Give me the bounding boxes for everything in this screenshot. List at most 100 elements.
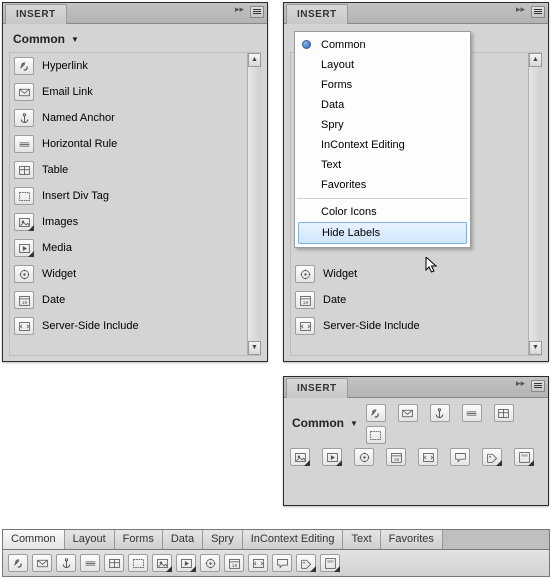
div-icon[interactable] — [14, 187, 34, 205]
date-icon[interactable]: 19 — [224, 554, 244, 572]
tab[interactable]: Favorites — [381, 530, 443, 549]
scroll-up-icon[interactable]: ▲ — [248, 53, 261, 67]
scroll-down-icon[interactable]: ▼ — [248, 341, 261, 355]
category-dropdown[interactable]: Common ▼ — [290, 414, 360, 434]
menu-item[interactable]: Text — [295, 155, 470, 175]
widget-icon[interactable] — [200, 554, 220, 572]
ssi-icon[interactable] — [248, 554, 268, 572]
category-dropdown[interactable]: Common ▼ — [9, 30, 261, 52]
tab[interactable]: Text — [343, 530, 380, 549]
list-item[interactable]: Insert Div Tag — [10, 183, 247, 209]
widget-icon[interactable] — [354, 448, 374, 466]
template-icon[interactable] — [320, 554, 340, 572]
collapse-icon[interactable]: ▸▸ — [516, 7, 526, 17]
menu-item[interactable]: Spry — [295, 115, 470, 135]
media-icon[interactable] — [14, 239, 34, 257]
tab[interactable]: Common — [3, 530, 65, 549]
list-item[interactable]: Widget — [10, 261, 247, 287]
menu-item[interactable]: Data — [295, 95, 470, 115]
table-icon[interactable] — [494, 404, 514, 422]
menu-item-label: Color Icons — [321, 206, 377, 218]
list-item[interactable]: Horizontal Rule — [10, 131, 247, 157]
anchor-icon[interactable] — [56, 554, 76, 572]
menu-item[interactable]: Layout — [295, 55, 470, 75]
media-icon[interactable] — [176, 554, 196, 572]
icon-grid — [366, 404, 542, 444]
mail-icon[interactable] — [398, 404, 418, 422]
list-item[interactable]: Hyperlink — [10, 53, 247, 79]
menu-item[interactable]: Color Icons — [295, 202, 470, 222]
ssi-icon[interactable] — [418, 448, 438, 466]
panel-menu-button[interactable] — [531, 6, 545, 18]
panel-menu-button[interactable] — [531, 380, 545, 392]
menu-item[interactable]: Favorites — [295, 175, 470, 195]
list-item[interactable]: 19Date — [291, 287, 528, 313]
date-icon[interactable]: 19 — [295, 291, 315, 309]
menu-item-label: Hide Labels — [322, 227, 380, 239]
date-icon[interactable]: 19 — [14, 291, 34, 309]
table-icon[interactable] — [14, 161, 34, 179]
panel-title[interactable]: INSERT — [286, 378, 348, 398]
collapse-icon[interactable]: ▸▸ — [235, 7, 245, 17]
menu-item[interactable]: Common — [295, 35, 470, 55]
scroll-up-icon[interactable]: ▲ — [529, 53, 542, 67]
table-icon[interactable] — [104, 554, 124, 572]
widget-icon[interactable] — [295, 265, 315, 283]
panel-menu-button[interactable] — [250, 6, 264, 18]
list-item[interactable]: Email Link — [10, 79, 247, 105]
comment-icon[interactable] — [450, 448, 470, 466]
list-item[interactable]: Images — [10, 209, 247, 235]
tab[interactable]: Data — [163, 530, 203, 549]
hr-icon[interactable] — [462, 404, 482, 422]
tab[interactable]: Spry — [203, 530, 243, 549]
hr-icon[interactable] — [14, 135, 34, 153]
menu-item[interactable]: Hide Labels — [298, 222, 467, 244]
date-icon[interactable]: 19 — [386, 448, 406, 466]
div-icon[interactable] — [366, 426, 386, 444]
menu-item[interactable]: InContext Editing — [295, 135, 470, 155]
anchor-icon[interactable] — [430, 404, 450, 422]
link-icon[interactable] — [8, 554, 28, 572]
ssi-icon[interactable] — [295, 317, 315, 335]
scrollbar[interactable]: ▲ ▼ — [247, 53, 261, 355]
link-icon[interactable] — [366, 404, 386, 422]
image-icon[interactable] — [152, 554, 172, 572]
hr-icon[interactable] — [80, 554, 100, 572]
list-item[interactable]: Table — [10, 157, 247, 183]
image-icon[interactable] — [290, 448, 310, 466]
tab[interactable]: InContext Editing — [243, 530, 344, 549]
widget-icon[interactable] — [14, 265, 34, 283]
tab[interactable]: Layout — [65, 530, 115, 549]
scroll-down-icon[interactable]: ▼ — [529, 341, 542, 355]
list-item[interactable]: Widget — [291, 261, 528, 287]
menu-item-label: Data — [321, 99, 344, 111]
ssi-icon[interactable] — [14, 317, 34, 335]
list-item[interactable]: Server-Side Include — [10, 313, 247, 339]
list-item[interactable]: 19Date — [10, 287, 247, 313]
menu-item[interactable]: Forms — [295, 75, 470, 95]
template-icon[interactable] — [514, 448, 534, 466]
mail-icon[interactable] — [32, 554, 52, 572]
menu-item-label: InContext Editing — [321, 139, 405, 151]
insert-tabbar: CommonLayoutFormsDataSpryInContext Editi… — [2, 529, 550, 577]
comment-icon[interactable] — [272, 554, 292, 572]
div-icon[interactable] — [128, 554, 148, 572]
image-icon[interactable] — [14, 213, 34, 231]
anchor-icon[interactable] — [14, 109, 34, 127]
panel-header: INSERT ▸▸ — [284, 3, 548, 24]
item-label: Widget — [42, 268, 76, 280]
media-icon[interactable] — [322, 448, 342, 466]
mail-icon[interactable] — [14, 83, 34, 101]
category-label: Common — [13, 32, 65, 46]
link-icon[interactable] — [14, 57, 34, 75]
list-item[interactable]: Named Anchor — [10, 105, 247, 131]
tab[interactable]: Forms — [115, 530, 163, 549]
tag-icon[interactable] — [296, 554, 316, 572]
tag-icon[interactable] — [482, 448, 502, 466]
scrollbar[interactable]: ▲ ▼ — [528, 53, 542, 355]
panel-title[interactable]: INSERT — [286, 4, 348, 24]
panel-title[interactable]: INSERT — [5, 4, 67, 24]
list-item[interactable]: Media — [10, 235, 247, 261]
collapse-icon[interactable]: ▸▸ — [516, 381, 526, 391]
list-item[interactable]: Server-Side Include — [291, 313, 528, 339]
